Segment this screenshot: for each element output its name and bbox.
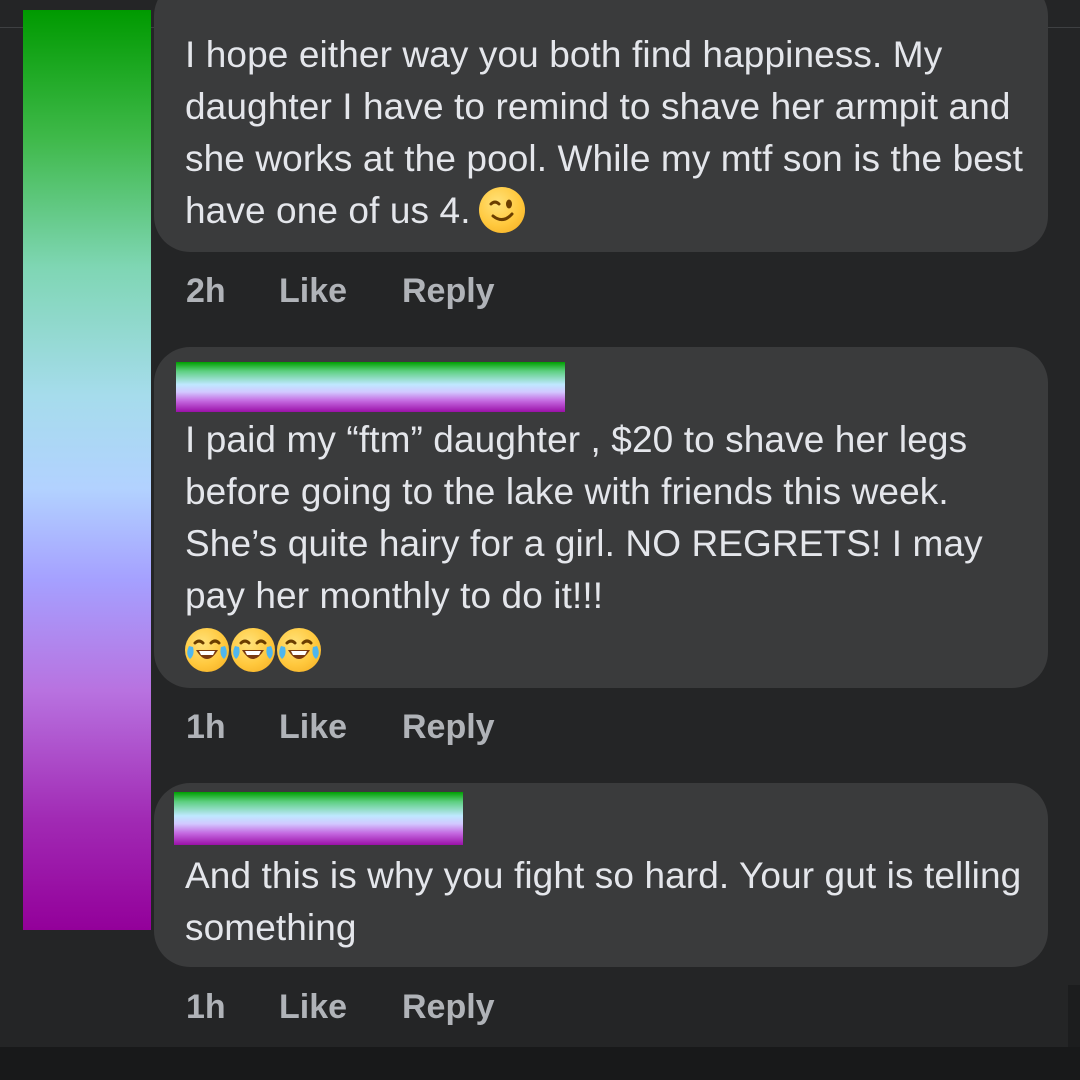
comment-text-3: And this is why you fight so hard. Your … [185, 855, 1022, 948]
face-with-tears-of-joy-icon [231, 628, 275, 673]
like-button[interactable]: Like [279, 988, 347, 1027]
comment-timestamp: 1h [186, 988, 226, 1026]
author-name-redaction [176, 362, 565, 412]
scroll-edge [1068, 985, 1080, 1047]
author-name-redaction [174, 792, 463, 845]
like-button[interactable]: Like [279, 708, 347, 747]
comment-text-1: I hope either way you both find happines… [185, 34, 1023, 231]
reply-button[interactable]: Reply [402, 708, 495, 747]
reply-button[interactable]: Reply [402, 988, 495, 1027]
face-with-tears-of-joy-icon [185, 628, 229, 673]
comment-text-2: I paid my “ftm” daughter , $20 to shave … [185, 419, 983, 616]
comment-timestamp: 1h [186, 708, 226, 746]
comment-timestamp: 2h [186, 272, 226, 310]
like-button[interactable]: Like [279, 272, 347, 311]
emoji-row [185, 628, 321, 673]
bottom-bar [0, 1047, 1080, 1080]
face-with-tears-of-joy-icon [277, 628, 321, 673]
avatar-redaction-bar [23, 10, 151, 930]
comment-bubble-1: I hope either way you both find happines… [154, 0, 1048, 252]
comment-bubble-3: And this is why you fight so hard. Your … [154, 783, 1048, 967]
reply-button[interactable]: Reply [402, 272, 495, 311]
winking-face-icon [478, 187, 525, 234]
comment-bubble-2: I paid my “ftm” daughter , $20 to shave … [154, 347, 1048, 688]
